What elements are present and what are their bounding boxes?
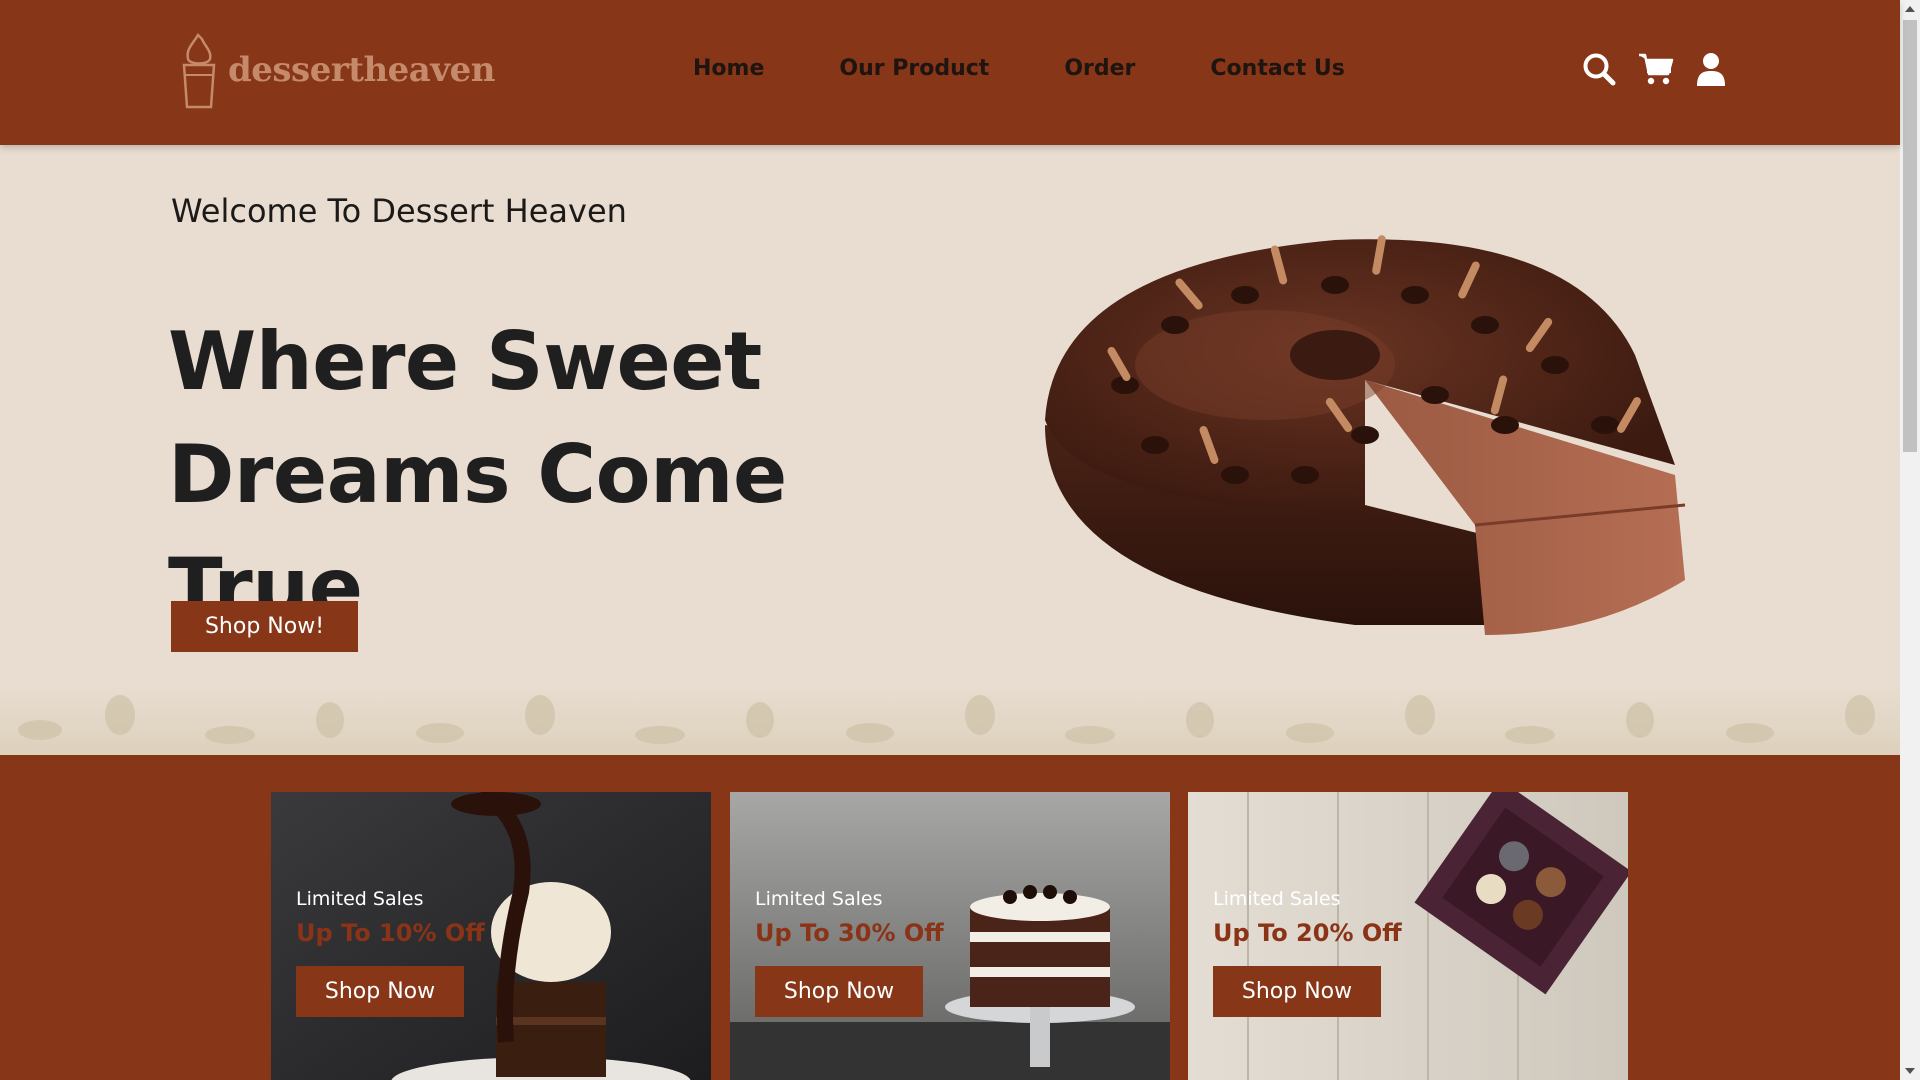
promo-label: Limited Sales [296, 888, 424, 910]
promo-card-1[interactable]: Limited Sales Up To 10% Off Shop Now [271, 792, 711, 1080]
site-header: dessertheaven Home Our Product Order Con… [0, 0, 1900, 145]
nav-home[interactable]: Home [693, 56, 764, 81]
main-nav: Home Our Product Order Contact Us [693, 56, 1420, 81]
promo-offer: Up To 30% Off [755, 919, 944, 947]
search-icon[interactable] [1582, 52, 1616, 90]
hero-section: Welcome To Dessert Heaven Where Sweet Dr… [0, 145, 1900, 755]
cart-icon[interactable] [1638, 52, 1674, 90]
promo-offer: Up To 10% Off [296, 919, 485, 947]
promo-shop-now-button[interactable]: Shop Now [1213, 966, 1381, 1017]
promo-offer: Up To 20% Off [1213, 919, 1402, 947]
brand-name: dessertheaven [228, 50, 495, 90]
welcome-text: Welcome To Dessert Heaven [171, 192, 627, 230]
chocolate-cake-image [1045, 235, 1686, 635]
headline-line-1: Where Sweet [168, 315, 762, 408]
nav-our-product[interactable]: Our Product [839, 56, 989, 81]
user-icon[interactable] [1696, 52, 1726, 90]
scrollbar-thumb[interactable] [1903, 20, 1917, 452]
scroll-up-arrow-icon[interactable] [1905, 6, 1915, 12]
promo-shop-now-button[interactable]: Shop Now [755, 966, 923, 1017]
nav-order[interactable]: Order [1064, 56, 1135, 81]
floral-pattern-decoration [0, 685, 1900, 755]
promo-card-2[interactable]: Limited Sales Up To 30% Off Shop Now [730, 792, 1170, 1080]
vertical-scrollbar[interactable] [1900, 0, 1920, 1080]
header-actions [1582, 52, 1726, 90]
promo-card-3[interactable]: Limited Sales Up To 20% Off Shop Now [1188, 792, 1628, 1080]
nav-contact-us[interactable]: Contact Us [1210, 56, 1344, 81]
brand-logo[interactable]: dessertheaven [178, 30, 495, 110]
cupcake-logo-icon [182, 32, 216, 109]
promo-section: Limited Sales Up To 10% Off Shop Now Lim [0, 755, 1900, 1080]
hero-headline: Where Sweet Dreams Come True [168, 305, 968, 644]
shop-now-button[interactable]: Shop Now! [171, 601, 358, 652]
promo-label: Limited Sales [755, 888, 883, 910]
scroll-down-arrow-icon[interactable] [1905, 1068, 1915, 1074]
promo-label: Limited Sales [1213, 888, 1341, 910]
promo-shop-now-button[interactable]: Shop Now [296, 966, 464, 1017]
